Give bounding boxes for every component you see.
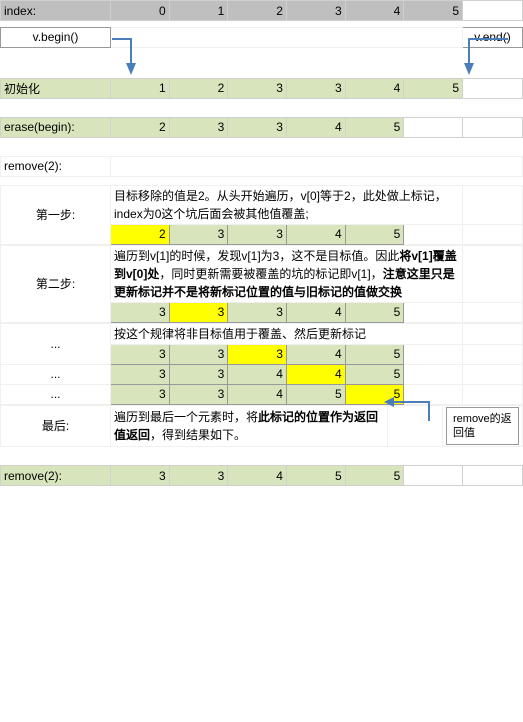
step2-cell: 4 [286,302,345,322]
step1-cell: 2 [111,224,170,244]
step2-label: 第二步: [1,245,111,322]
steplast-desc: 遍历到最后一个元素时，将此标记的位置作为返回值返回，得到结果如下。 [111,405,388,447]
idx-cell: 3 [286,1,345,21]
erase-cell: 2 [111,117,170,137]
step2-cell: 3 [169,302,228,322]
dots-cell: 5 [345,364,404,384]
remove-result-cell: 5 [286,466,345,486]
step1-block: 第一步: 目标移除的值是2。从头开始遍历，v[0]等于2，此处做上标记，inde… [0,185,523,245]
dots-cell: 5 [286,384,345,404]
step2-block: 第二步: 遍历到v[1]的时候，发现v[1]为3，这不是目标值。因此将v[1]覆… [0,245,523,323]
dots-cell: 3 [169,344,228,364]
erase-cell: 3 [228,117,287,137]
step1-cell: 3 [169,224,228,244]
init-cell: 1 [111,78,170,98]
step2-cell: 3 [228,302,287,322]
step2-cell: 5 [345,302,404,322]
remove2-label: remove(2): [1,156,111,176]
remove2-label-row: remove(2): [0,156,523,177]
init-label: 初始化 [1,78,111,98]
step1-label: 第一步: [1,185,111,244]
stepdots-desc: 按这个规律将非目标值用于覆盖、然后更新标记 [111,323,463,344]
remove-result-row: remove(2): 3 3 4 5 5 [0,465,523,486]
dots-cell: 3 [111,344,170,364]
dots-cell: 5 [345,344,404,364]
erase-cell: 3 [169,117,228,137]
step1-desc: 目标移除的值是2。从头开始遍历，v[0]等于2，此处做上标记，index为0这个… [111,185,463,224]
step1-cell: 5 [345,224,404,244]
idx-cell: 2 [228,1,287,21]
step1-cell: 3 [228,224,287,244]
init-row: 初始化 1 2 3 3 4 5 [0,78,523,99]
step2-desc: 遍历到v[1]的时候，发现v[1]为3，这不是目标值。因此将v[1]覆盖到v[0… [111,245,463,302]
dots-cell: 3 [169,364,228,384]
dots-cell: 4 [286,344,345,364]
idx-cell: 4 [345,1,404,21]
remove-return-box: remove的返回值 [446,407,519,446]
init-cell: 5 [404,78,463,98]
vbegin-box: v.begin() [1,27,111,47]
dots-cell: 3 [228,344,287,364]
init-cell: 4 [345,78,404,98]
remove-result-cell: 5 [345,466,404,486]
dots-cell: 3 [111,384,170,404]
stepdots-label2: ... [1,364,111,384]
step1-cell: 4 [286,224,345,244]
stepdots-label: ... [1,323,111,364]
init-cell: 2 [169,78,228,98]
erase-begin-row: erase(begin): 2 3 3 4 5 [0,117,523,138]
stepdots-label3: ... [1,384,111,404]
erase-cell: 5 [345,117,404,137]
init-cell: 3 [228,78,287,98]
erase-label: erase(begin): [1,117,111,137]
arrows-begin-end [0,48,523,78]
remove-result-cell: 4 [228,466,287,486]
steplast-label: 最后: [1,405,111,447]
index-header-row: index: 0 1 2 3 4 5 [0,0,523,21]
erase-cell: 4 [286,117,345,137]
steplast-block: 最后: 遍历到最后一个元素时，将此标记的位置作为返回值返回，得到结果如下。 re… [0,405,523,448]
dots-cell: 4 [228,384,287,404]
remove-result-cell: 3 [169,466,228,486]
idx-cell: 5 [404,1,463,21]
idx-cell: 0 [111,1,170,21]
idx-cell: 1 [169,1,228,21]
begin-end-row: v.begin() v.end() [0,21,523,48]
dots-cell: 4 [228,364,287,384]
remove-result-cell: 3 [111,466,170,486]
arrow-return [384,397,394,407]
step2-cell: 3 [111,302,170,322]
dots-cell: 3 [111,364,170,384]
dots-cell: 3 [169,384,228,404]
stepdots-block: ... 按这个规律将非目标值用于覆盖、然后更新标记 3 3 3 4 5 ... … [0,323,523,405]
dots-cell: 4 [286,364,345,384]
remove-result-label: remove(2): [1,466,111,486]
init-cell: 3 [286,78,345,98]
index-label: index: [1,1,111,21]
